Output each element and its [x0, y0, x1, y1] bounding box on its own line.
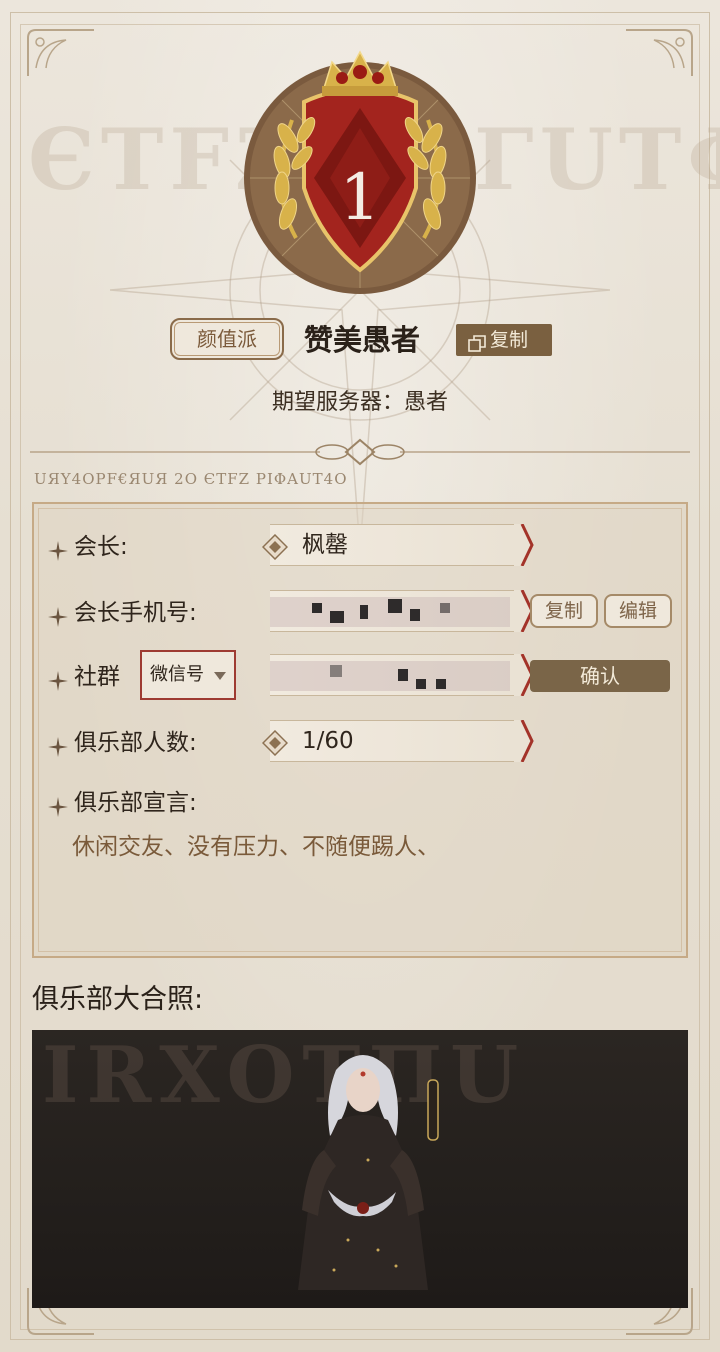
community-row: 社群: [48, 660, 120, 694]
declaration-text: 休闲交友、没有压力、不随便踢人、: [72, 834, 440, 860]
star-icon: [48, 793, 68, 817]
community-id-field-masked[interactable]: [270, 653, 534, 697]
leader-value: 枫罄: [302, 532, 348, 558]
rank-number: 1: [339, 161, 381, 235]
star-icon: [48, 603, 68, 627]
phone-field-masked: [270, 589, 534, 633]
diamond-icon: [261, 533, 289, 561]
star-icon: [48, 667, 68, 691]
copy-phone-button[interactable]: 复制: [530, 594, 598, 628]
leader-row: 会长:: [48, 530, 128, 564]
community-type-dropdown[interactable]: 微信号: [140, 650, 236, 700]
copy-label: 复制: [490, 329, 529, 351]
corner-ornament-top-left: [26, 28, 96, 78]
phone-row: 会长手机号:: [48, 596, 197, 630]
crown-icon: [322, 50, 398, 96]
members-row: 俱乐部人数:: [48, 726, 197, 760]
club-name-row: 颜值派 赞美愚者 复制: [0, 318, 720, 362]
corner-ornament-top-right: [624, 28, 694, 78]
star-icon: [48, 733, 68, 757]
ornament-divider: [30, 432, 690, 472]
members-value: 1/60: [302, 728, 354, 754]
field-end-notch: [514, 523, 536, 567]
leader-field: 枫罄: [261, 523, 534, 567]
community-label: 社群: [74, 664, 120, 690]
dropdown-caret-icon: [214, 672, 226, 680]
copy-icon: [468, 331, 486, 352]
confirm-button[interactable]: 确认: [530, 660, 670, 692]
glyph-caption: UЯΥ4OΡF€ЯUЯ 2O ЄΤFZ ΡΙΦΑUΤ4Ο: [34, 470, 348, 488]
diamond-icon: [261, 729, 289, 757]
expected-server: 期望服务器：愚者: [271, 390, 448, 415]
character-portrait: [278, 1040, 448, 1302]
declaration-row: 俱乐部宣言:: [48, 786, 197, 820]
group-photo[interactable]: IRXOΤΠU: [32, 1030, 688, 1308]
members-field: 1/60: [261, 719, 534, 763]
club-tag: 颜值派: [170, 318, 284, 360]
rank-emblem: 1: [230, 38, 490, 298]
copy-club-name-button[interactable]: 复制: [456, 324, 552, 356]
club-name: 赞美愚者: [304, 323, 421, 357]
members-label: 俱乐部人数:: [74, 730, 197, 756]
group-photo-title: 俱乐部大合照:: [32, 984, 204, 1015]
club-profile-page: ЄΤFZ ΓUΤΦ: [0, 0, 720, 1352]
phone-label: 会长手机号:: [74, 600, 197, 626]
star-icon: [48, 537, 68, 561]
edit-phone-button[interactable]: 编辑: [604, 594, 672, 628]
club-info-panel: 会长: 枫罄 会长手机号: 复制 编辑 社群 微信号 确认 俱乐部人数: 1/6…: [32, 502, 688, 958]
leader-label: 会长:: [74, 534, 128, 560]
declaration-label: 俱乐部宣言:: [74, 790, 197, 816]
field-end-notch: [514, 719, 536, 763]
community-type-value: 微信号: [150, 664, 204, 685]
